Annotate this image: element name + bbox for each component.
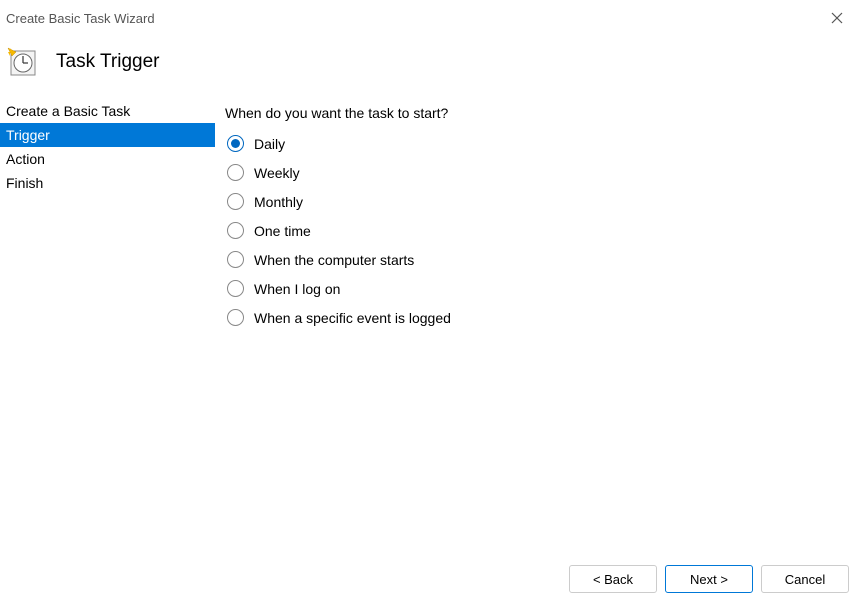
radio-label: Weekly [254, 165, 300, 181]
window-title: Create Basic Task Wizard [6, 11, 155, 26]
task-scheduler-icon [6, 46, 38, 78]
page-title: Task Trigger [56, 51, 159, 73]
main-panel: When do you want the task to start? Dail… [215, 99, 861, 528]
titlebar: Create Basic Task Wizard [0, 0, 861, 34]
trigger-radio-group: Daily Weekly Monthly One time When the c… [225, 135, 851, 326]
sidebar-item-finish[interactable]: Finish [0, 171, 215, 195]
close-icon[interactable] [827, 8, 847, 28]
radio-option-daily[interactable]: Daily [227, 135, 851, 152]
radio-label: When the computer starts [254, 252, 414, 268]
radio-option-monthly[interactable]: Monthly [227, 193, 851, 210]
sidebar-item-trigger[interactable]: Trigger [0, 123, 215, 147]
radio-option-log-on[interactable]: When I log on [227, 280, 851, 297]
radio-icon [227, 135, 244, 152]
radio-label: Monthly [254, 194, 303, 210]
content-area: Create a Basic Task Trigger Action Finis… [0, 98, 861, 528]
radio-label: Daily [254, 136, 285, 152]
radio-option-computer-starts[interactable]: When the computer starts [227, 251, 851, 268]
radio-icon [227, 280, 244, 297]
radio-label: One time [254, 223, 311, 239]
radio-option-weekly[interactable]: Weekly [227, 164, 851, 181]
sidebar-item-action[interactable]: Action [0, 147, 215, 171]
radio-icon [227, 222, 244, 239]
radio-icon [227, 251, 244, 268]
next-button[interactable]: Next > [665, 565, 753, 593]
footer-buttons: < Back Next > Cancel [569, 565, 849, 593]
prompt-text: When do you want the task to start? [225, 105, 851, 121]
header: Task Trigger [0, 34, 861, 98]
cancel-button[interactable]: Cancel [761, 565, 849, 593]
wizard-steps-sidebar: Create a Basic Task Trigger Action Finis… [0, 99, 215, 528]
radio-option-one-time[interactable]: One time [227, 222, 851, 239]
radio-label: When a specific event is logged [254, 310, 451, 326]
radio-icon [227, 164, 244, 181]
radio-option-event-logged[interactable]: When a specific event is logged [227, 309, 851, 326]
sidebar-item-create-basic-task[interactable]: Create a Basic Task [0, 99, 215, 123]
radio-icon [227, 193, 244, 210]
back-button[interactable]: < Back [569, 565, 657, 593]
radio-label: When I log on [254, 281, 340, 297]
radio-icon [227, 309, 244, 326]
